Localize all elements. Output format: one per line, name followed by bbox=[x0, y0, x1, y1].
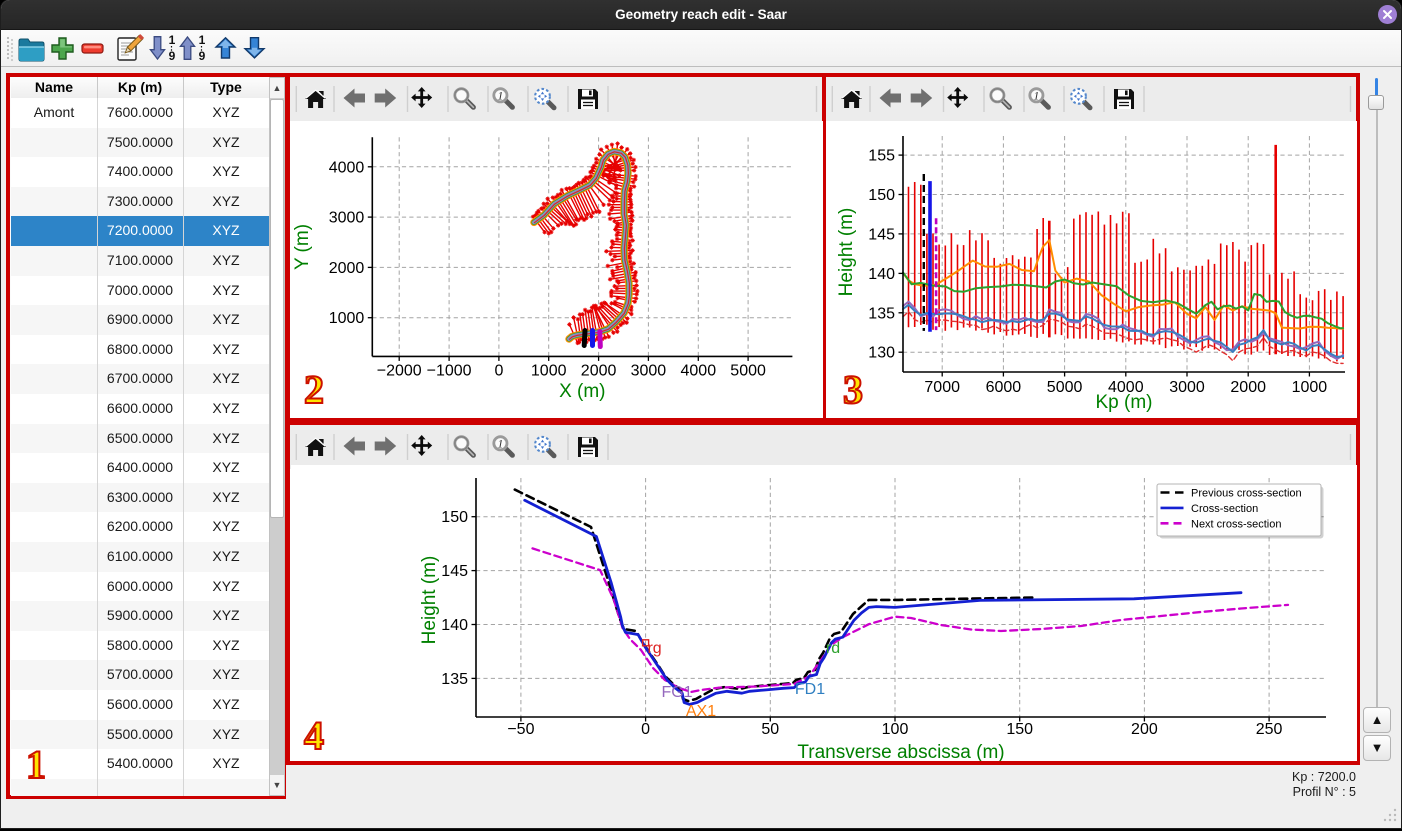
svg-text:150: 150 bbox=[868, 187, 895, 204]
svg-text:7000: 7000 bbox=[924, 379, 960, 396]
svg-text:5000: 5000 bbox=[730, 362, 766, 379]
svg-text:145: 145 bbox=[868, 226, 895, 243]
svg-text:rd: rd bbox=[826, 640, 840, 657]
svg-text:0: 0 bbox=[494, 362, 503, 379]
svg-text:150: 150 bbox=[441, 509, 468, 526]
svg-text:200: 200 bbox=[1131, 721, 1158, 738]
svg-text:X (m): X (m) bbox=[559, 381, 605, 402]
svg-text:1: 1 bbox=[199, 33, 206, 47]
svg-text:1: 1 bbox=[169, 33, 176, 47]
svg-text:1000: 1000 bbox=[531, 362, 567, 379]
svg-text:3000: 3000 bbox=[1169, 379, 1205, 396]
svg-text:9: 9 bbox=[199, 49, 206, 63]
svg-text:0: 0 bbox=[641, 721, 650, 738]
svg-text:Cross-section: Cross-section bbox=[1191, 503, 1258, 515]
svg-text:FD1: FD1 bbox=[795, 681, 825, 698]
svg-text:−1000: −1000 bbox=[427, 362, 472, 379]
svg-text:50: 50 bbox=[761, 721, 779, 738]
svg-text:Y (m): Y (m) bbox=[292, 224, 313, 270]
svg-text:5000: 5000 bbox=[1047, 379, 1083, 396]
svg-text:135: 135 bbox=[441, 671, 468, 688]
svg-text:3000: 3000 bbox=[329, 210, 365, 227]
svg-text:6000: 6000 bbox=[986, 379, 1022, 396]
svg-text:100: 100 bbox=[882, 721, 909, 738]
svg-text:2000: 2000 bbox=[581, 362, 617, 379]
svg-text:4000: 4000 bbox=[681, 362, 717, 379]
svg-text:1000: 1000 bbox=[1292, 379, 1328, 396]
svg-text:2000: 2000 bbox=[1230, 379, 1266, 396]
svg-text:2000: 2000 bbox=[329, 260, 365, 277]
svg-text:4000: 4000 bbox=[329, 159, 365, 176]
svg-text:130: 130 bbox=[868, 345, 895, 362]
svg-text:Height (m): Height (m) bbox=[836, 208, 857, 297]
svg-text:Transverse abscissa (m): Transverse abscissa (m) bbox=[797, 742, 1004, 761]
svg-text:140: 140 bbox=[441, 617, 468, 634]
svg-text:155: 155 bbox=[868, 148, 895, 165]
svg-text:3000: 3000 bbox=[631, 362, 667, 379]
svg-text:FG1: FG1 bbox=[661, 684, 692, 701]
svg-text:140: 140 bbox=[868, 266, 895, 283]
svg-text:Kp (m): Kp (m) bbox=[1096, 392, 1153, 413]
svg-text:9: 9 bbox=[169, 49, 176, 63]
svg-text:−2000: −2000 bbox=[377, 362, 422, 379]
svg-text:rg: rg bbox=[647, 640, 661, 657]
svg-text:1000: 1000 bbox=[329, 310, 365, 327]
svg-text:145: 145 bbox=[441, 563, 468, 580]
svg-text:Previous cross-section: Previous cross-section bbox=[1191, 488, 1302, 500]
svg-text:135: 135 bbox=[868, 305, 895, 322]
svg-text:Next cross-section: Next cross-section bbox=[1191, 518, 1281, 530]
svg-text:150: 150 bbox=[1006, 721, 1033, 738]
svg-text:−50: −50 bbox=[507, 721, 534, 738]
svg-text:250: 250 bbox=[1256, 721, 1283, 738]
svg-text:Height (m): Height (m) bbox=[419, 556, 440, 645]
